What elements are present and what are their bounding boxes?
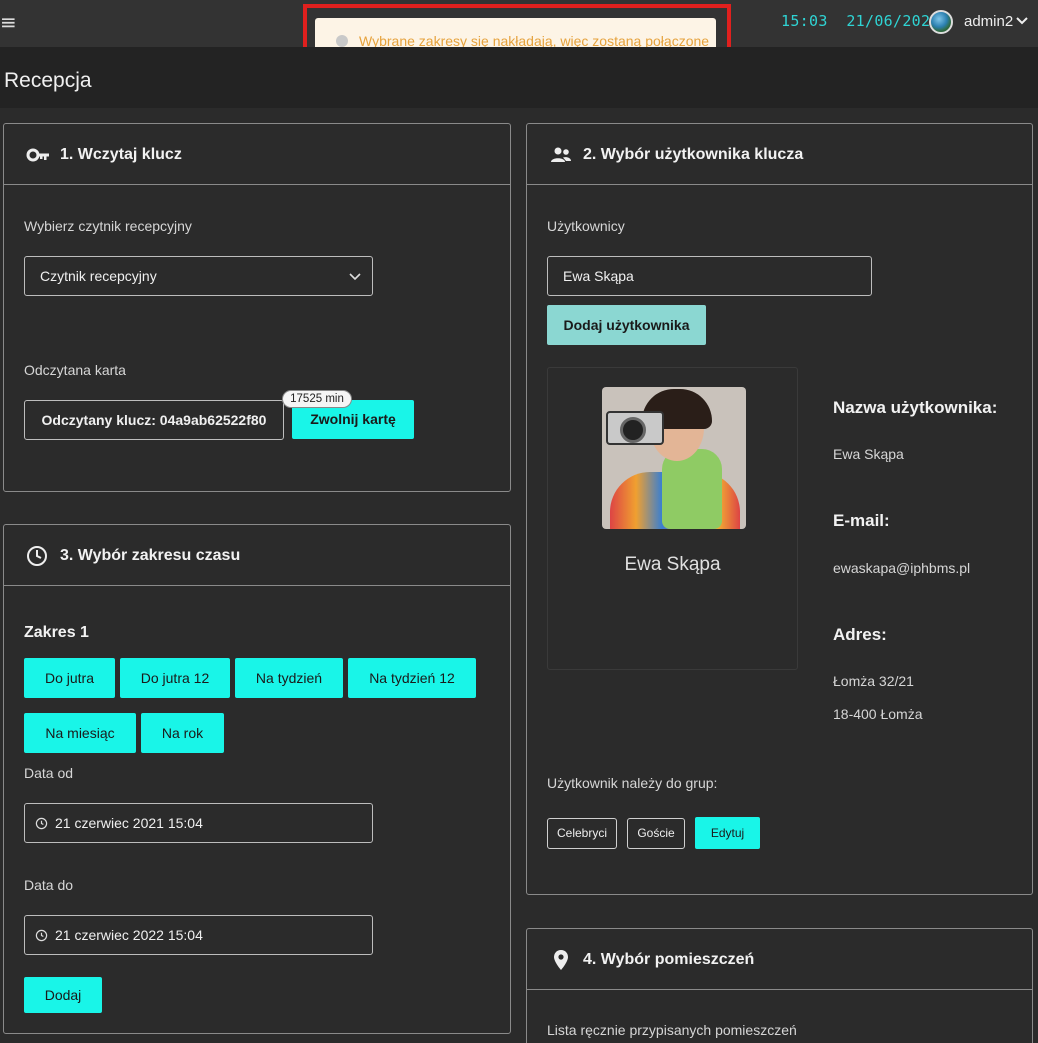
card-label: Odczytana karta: [24, 362, 126, 378]
page-title: Recepcja: [4, 69, 92, 92]
read-key-field: Odczytany klucz: 04a9ab62522f80: [24, 400, 284, 440]
clock-icon: [27, 546, 47, 566]
users-icon: [551, 147, 571, 162]
user-menu-label[interactable]: admin2: [964, 13, 1013, 30]
card-header: 3. Wybór zakresu czasu: [4, 525, 510, 586]
read-key-value: Odczytany klucz: 04a9ab62522f80: [41, 412, 267, 428]
date-to-input[interactable]: 21 czerwiec 2022 15:04: [24, 915, 373, 955]
photo-scarf: [662, 449, 722, 529]
preset-button-na-rok[interactable]: Na rok: [141, 713, 224, 753]
group-tag-goscie[interactable]: Goście: [627, 818, 685, 849]
card-header: 2. Wybór użytkownika klucza: [527, 124, 1032, 185]
menu-icon[interactable]: ≡: [0, 10, 17, 34]
groups-label: Użytkownik należy do grup:: [547, 775, 718, 791]
location-pin-icon: [554, 950, 568, 970]
reader-select[interactable]: Czytnik recepcyjny: [24, 256, 373, 296]
chevron-down-icon[interactable]: [1015, 14, 1029, 28]
add-user-button[interactable]: Dodaj użytkownika: [547, 305, 706, 345]
add-range-button[interactable]: Dodaj: [24, 977, 102, 1013]
rooms-list-label: Lista ręcznie przypisanych pomieszczeń: [547, 1022, 797, 1038]
clock-icon: [35, 929, 48, 942]
avatar[interactable]: [929, 10, 953, 34]
clock-time: 15:03: [781, 12, 828, 30]
reader-select-value: Czytnik recepcyjny: [40, 268, 157, 284]
preset-button-do-jutra[interactable]: Do jutra: [24, 658, 115, 698]
group-tag-celebryci[interactable]: Celebryci: [547, 818, 617, 849]
chevron-down-icon: [349, 273, 361, 281]
card-user-select: 2. Wybór użytkownika klucza Użytkownicy …: [526, 123, 1033, 895]
email-value: ewaskapa@iphbms.pl: [833, 560, 971, 576]
profile-card: Ewa Skąpa: [547, 367, 798, 670]
users-label: Użytkownicy: [547, 218, 625, 234]
card-read-key: 1. Wczytaj klucz Wybierz czytnik recepcy…: [3, 123, 511, 492]
photo-camera-lens: [620, 417, 646, 443]
profile-photo: [602, 387, 746, 529]
date-from-input[interactable]: 21 czerwiec 2021 15:04: [24, 803, 373, 843]
card-room-select: 4. Wybór pomieszczeń Lista ręcznie przyp…: [526, 928, 1033, 1043]
preset-button-na-tydzien-12[interactable]: Na tydzień 12: [348, 658, 476, 698]
key-icon: [26, 148, 49, 162]
address-heading: Adres:: [833, 625, 887, 644]
clock: 15:03 21/06/2021: [781, 12, 940, 30]
clock-icon: [35, 817, 48, 830]
email-heading: E-mail:: [833, 511, 890, 530]
card-header: 4. Wybór pomieszczeń: [527, 929, 1032, 990]
timer-badge: 17525 min: [282, 390, 352, 408]
card-title: 1. Wczytaj klucz: [60, 146, 182, 163]
date-to-value: 21 czerwiec 2022 15:04: [55, 927, 203, 943]
preset-button-na-miesiac[interactable]: Na miesiąc: [24, 713, 136, 753]
edit-groups-button[interactable]: Edytuj: [695, 817, 760, 849]
page-header: Recepcja: [0, 47, 1038, 108]
username-value: Ewa Skąpa: [833, 446, 904, 462]
card-header: 1. Wczytaj klucz: [4, 124, 510, 185]
address-line1: Łomża 32/21: [833, 673, 914, 689]
clock-date: 21/06/2021: [846, 12, 940, 30]
card-time-range: 3. Wybór zakresu czasu Zakres 1 Do jutra…: [3, 524, 511, 1034]
info-icon: [336, 35, 348, 47]
date-from-label: Data od: [24, 765, 74, 781]
username-heading: Nazwa użytkownika:: [833, 398, 998, 417]
users-input-value: Ewa Skąpa: [563, 268, 634, 284]
users-input[interactable]: Ewa Skąpa: [547, 256, 872, 296]
card-title: 4. Wybór pomieszczeń: [583, 951, 755, 968]
preset-button-na-tydzien[interactable]: Na tydzień: [235, 658, 343, 698]
reader-label: Wybierz czytnik recepcyjny: [24, 218, 192, 234]
date-from-value: 21 czerwiec 2021 15:04: [55, 815, 203, 831]
preset-button-do-jutra-12[interactable]: Do jutra 12: [120, 658, 230, 698]
range-title: Zakres 1: [24, 624, 89, 641]
card-title: 2. Wybór użytkownika klucza: [583, 146, 804, 163]
profile-name: Ewa Skąpa: [624, 554, 721, 575]
card-title: 3. Wybór zakresu czasu: [60, 547, 241, 564]
date-to-label: Data do: [24, 877, 74, 893]
address-line2: 18-400 Łomża: [833, 706, 923, 722]
